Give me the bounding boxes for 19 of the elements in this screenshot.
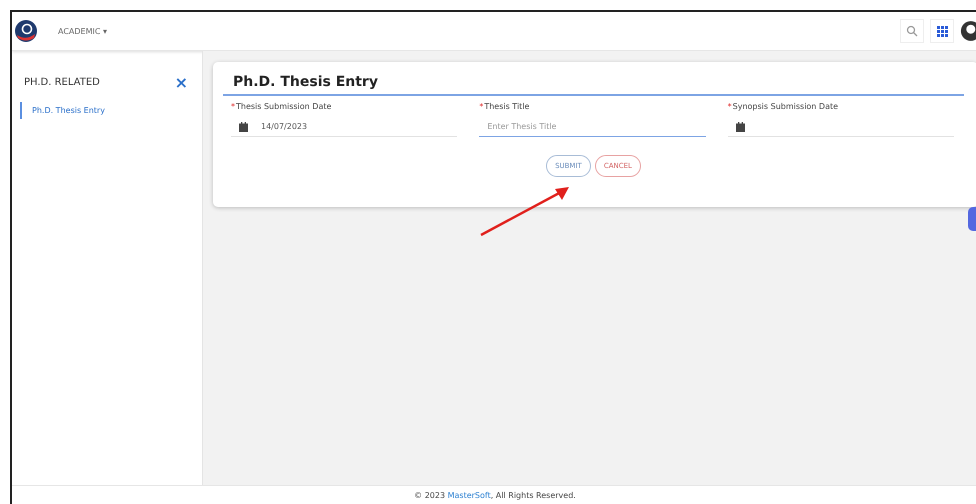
close-button[interactable]: × — [174, 73, 188, 92]
search-icon — [906, 25, 918, 37]
date-field[interactable]: 14/07/2023 — [231, 117, 458, 137]
grid-icon — [936, 26, 948, 36]
avatar-icon[interactable] — [960, 19, 976, 43]
calendar-icon — [736, 122, 745, 132]
apps-grid-button[interactable] — [930, 19, 954, 43]
copyright-text: © 2023 MasterSoft, All Rights Reserved. — [414, 490, 576, 500]
sidebar-title: PH.D. RELATED — [24, 77, 100, 88]
module-menu[interactable]: ACADEMIC ▾ — [58, 26, 108, 36]
text-field[interactable]: Enter Thesis Title — [479, 117, 706, 137]
search-button[interactable] — [900, 19, 924, 43]
card-title: Ph.D. Thesis Entry — [223, 74, 964, 96]
calendar-icon — [239, 122, 248, 132]
brand-link[interactable]: MasterSoft — [448, 490, 491, 500]
logo-icon — [14, 19, 38, 43]
field-label: *Synopsis Submission Date — [728, 102, 840, 111]
field-label: *Thesis Submission Date — [231, 102, 332, 111]
field-label: *Thesis Title — [479, 102, 530, 111]
